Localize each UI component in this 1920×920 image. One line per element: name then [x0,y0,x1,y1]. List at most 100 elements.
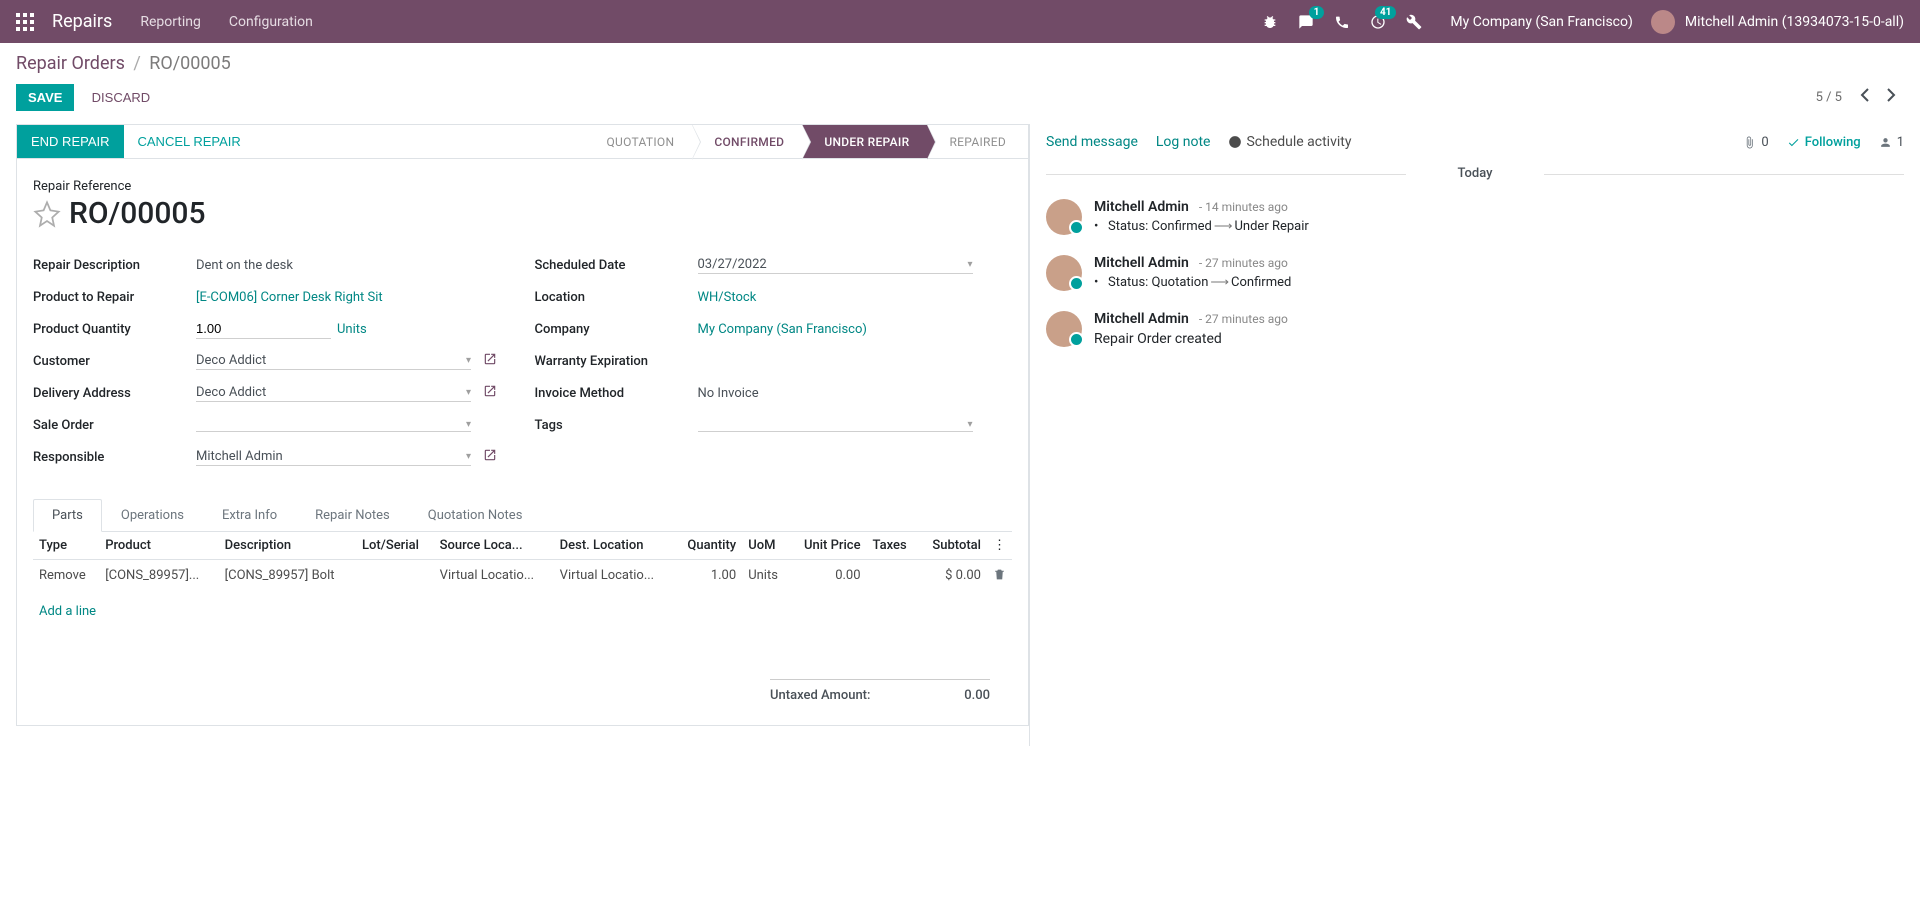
msg-time: - 14 minutes ago [1199,200,1288,214]
dd-tags[interactable]: ▾ [698,419,973,432]
company-name[interactable]: My Company (San Francisco) [1450,14,1632,30]
breadcrumb: Repair Orders / RO/00005 [16,53,1904,74]
col-src[interactable]: Source Loca... [434,532,554,560]
lbl-product-quantity: Product Quantity [33,322,188,337]
uom-units[interactable]: Units [337,322,367,337]
dd-scheduled-date[interactable]: 03/27/2022▾ [698,257,973,274]
col-description[interactable]: Description [219,532,356,560]
send-message-link[interactable]: Send message [1046,134,1138,150]
col-type[interactable]: Type [33,532,99,560]
avatar [1046,199,1082,235]
col-dest[interactable]: Dest. Location [554,532,674,560]
msg-time: - 27 minutes ago [1199,312,1288,326]
lbl-delivery-address: Delivery Address [33,386,188,401]
tab-operations[interactable]: Operations [102,499,203,532]
user-name: Mitchell Admin (13934073-15-0-all) [1685,14,1904,30]
cancel-repair-button[interactable]: CANCEL REPAIR [124,125,255,158]
avatar [1046,311,1082,347]
user-menu[interactable]: Mitchell Admin (13934073-15-0-all) [1651,10,1904,34]
col-taxes[interactable]: Taxes [867,532,919,560]
ref-label: Repair Reference [33,179,1012,194]
msg-author[interactable]: Mitchell Admin [1094,311,1189,327]
apps-icon[interactable] [16,13,34,31]
following-button[interactable]: Following [1787,135,1861,150]
call-icon[interactable] [1334,14,1350,30]
stages: QUOTATION CONFIRMED UNDER REPAIR REPAIRE… [592,125,1028,158]
col-product[interactable]: Product [99,532,218,560]
followers-count[interactable]: 1 [1879,135,1904,150]
stage-confirmed[interactable]: CONFIRMED [692,125,802,158]
tabs: Parts Operations Extra Info Repair Notes… [33,499,1012,532]
col-qty[interactable]: Quantity [674,532,743,560]
lbl-customer: Customer [33,354,188,369]
msg-author[interactable]: Mitchell Admin [1094,199,1189,215]
menu-configuration[interactable]: Configuration [229,14,313,30]
val-company[interactable]: My Company (San Francisco) [698,320,1013,339]
external-link-icon[interactable] [483,448,497,466]
pager-text[interactable]: 5 / 5 [1816,90,1842,105]
chatter-message: Mitchell Admin- 27 minutes ago Repair Or… [1030,301,1920,357]
control-panel: Repair Orders / RO/00005 SAVE DISCARD 5 … [0,43,1920,124]
tools-icon[interactable] [1406,14,1422,30]
msg-author[interactable]: Mitchell Admin [1094,255,1189,271]
messaging-icon[interactable]: 1 [1298,14,1314,30]
attachments-count[interactable]: 0 [1743,135,1768,150]
dd-sale-order[interactable]: ▾ [196,419,471,432]
log-note-link[interactable]: Log note [1156,134,1211,150]
lbl-warranty: Warranty Expiration [535,354,690,369]
chatter-message: Mitchell Admin- 14 minutes ago Status: C… [1030,189,1920,245]
end-repair-button[interactable]: END REPAIR [17,125,124,158]
val-location[interactable]: WH/Stock [698,288,1013,307]
pager-next[interactable] [1878,82,1904,112]
col-subtotal[interactable]: Subtotal [919,532,987,560]
add-line-link[interactable]: Add a line [33,594,1012,630]
lbl-tags: Tags [535,418,690,433]
app-brand[interactable]: Repairs [52,11,112,32]
untaxed-value: 0.00 [964,688,990,703]
val-repair-description[interactable]: Dent on the desk [196,256,511,275]
activities-badge: 41 [1375,6,1396,19]
breadcrumb-root[interactable]: Repair Orders [16,53,125,74]
col-uom[interactable]: UoM [742,532,789,560]
tab-extra-info[interactable]: Extra Info [203,499,296,532]
dd-responsible[interactable]: Mitchell Admin▾ [196,449,471,466]
schedule-activity-link[interactable]: Schedule activity [1228,134,1351,150]
activities-icon[interactable]: 41 [1370,14,1386,30]
dd-customer[interactable]: Deco Addict▾ [196,353,471,370]
dd-delivery-address[interactable]: Deco Addict▾ [196,385,471,402]
col-lot[interactable]: Lot/Serial [356,532,434,560]
save-button[interactable]: SAVE [16,84,74,111]
statusbar: END REPAIR CANCEL REPAIR QUOTATION CONFI… [16,124,1029,159]
msg-time: - 27 minutes ago [1199,256,1288,270]
parts-table: Type Product Description Lot/Serial Sour… [33,532,1012,629]
priority-star[interactable] [33,200,61,228]
stage-repaired[interactable]: REPAIRED [927,125,1024,158]
user-avatar [1651,10,1675,34]
val-invoice-method[interactable]: No Invoice [698,384,1013,403]
tab-repair-notes[interactable]: Repair Notes [296,499,409,532]
lbl-location: Location [535,290,690,305]
tab-quotation-notes[interactable]: Quotation Notes [409,499,542,532]
pager-prev[interactable] [1852,82,1878,112]
col-options[interactable]: ⋮ [987,532,1012,560]
external-link-icon[interactable] [483,352,497,370]
tab-parts[interactable]: Parts [33,499,102,532]
lbl-responsible: Responsible [33,450,188,465]
val-warranty[interactable] [698,359,1013,363]
input-product-quantity[interactable] [196,319,331,339]
chatter: Send message Log note Schedule activity … [1030,124,1920,746]
menu-reporting[interactable]: Reporting [140,14,201,30]
breadcrumb-current: RO/00005 [149,53,230,74]
stage-under-repair[interactable]: UNDER REPAIR [802,125,927,158]
untaxed-label: Untaxed Amount: [770,688,870,703]
col-unit-price[interactable]: Unit Price [789,532,866,560]
table-row[interactable]: Remove [CONS_89957]... [CONS_89957] Bolt… [33,560,1012,594]
stage-quotation[interactable]: QUOTATION [592,125,692,158]
discard-button[interactable]: DISCARD [92,90,151,105]
today-separator: Today [1046,166,1904,181]
external-link-icon[interactable] [483,384,497,402]
lbl-invoice-method: Invoice Method [535,386,690,401]
val-product-to-repair[interactable]: [E-COM06] Corner Desk Right Sit [196,288,511,307]
delete-row-icon[interactable] [987,560,1012,594]
debug-icon[interactable] [1262,14,1278,30]
